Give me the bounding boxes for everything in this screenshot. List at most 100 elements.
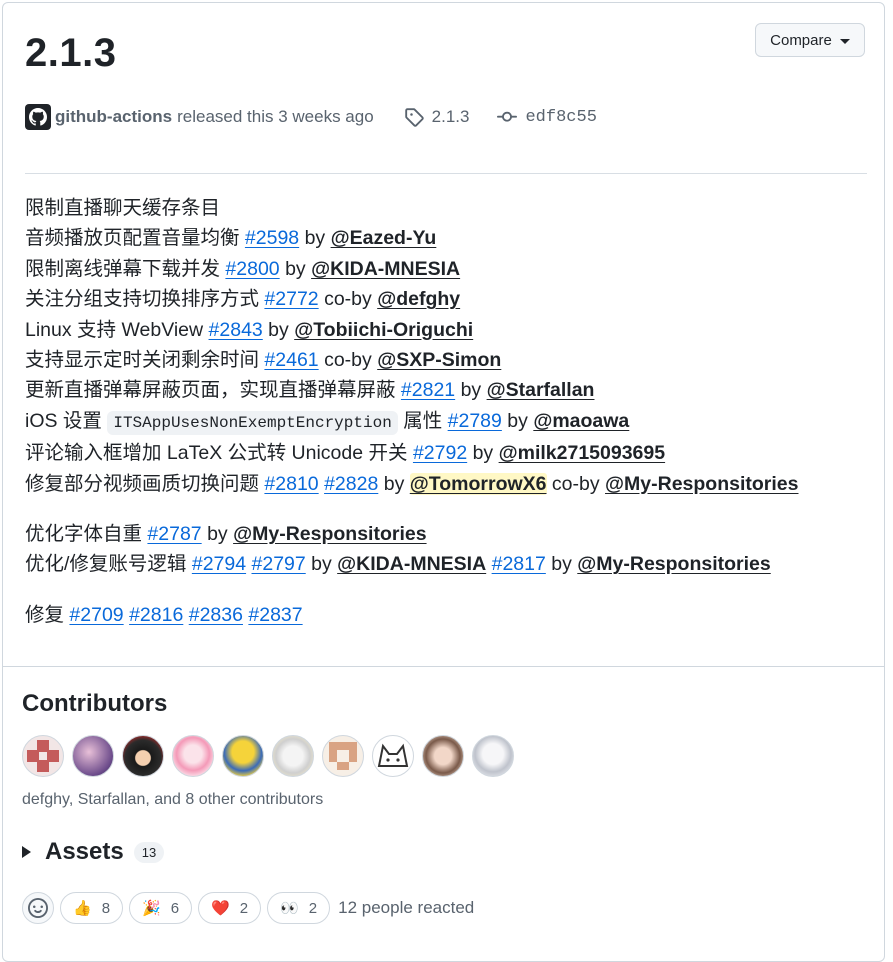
- github-actions-avatar[interactable]: [25, 104, 51, 130]
- user-mention[interactable]: @My-Responsitories: [605, 473, 798, 495]
- note-text: by: [299, 227, 331, 250]
- note-text: 关注分组支持切换排序方式: [25, 288, 265, 311]
- reaction-count: 8: [101, 899, 111, 917]
- contributors-heading: Contributors: [22, 690, 168, 717]
- issue-link[interactable]: #2794: [192, 553, 246, 575]
- note-text: co-by: [318, 288, 378, 311]
- assets-heading: Assets: [45, 838, 124, 865]
- triangle-right-icon: [22, 846, 31, 858]
- avatar[interactable]: [172, 735, 214, 777]
- note-text: co-by: [546, 472, 606, 495]
- user-mention[interactable]: @Eazed-Yu: [331, 227, 437, 249]
- issue-link[interactable]: #2816: [129, 604, 183, 626]
- issue-link[interactable]: #2789: [448, 410, 502, 432]
- user-mention[interactable]: @My-Responsitories: [233, 523, 426, 545]
- thumbs-up-icon: 👍: [73, 900, 92, 917]
- avatar[interactable]: [22, 735, 64, 777]
- assets-toggle[interactable]: Assets 13: [22, 838, 165, 866]
- note-text: by: [305, 553, 338, 576]
- issue-link[interactable]: #2810: [264, 473, 318, 495]
- reaction-thumbs-up[interactable]: 👍 8: [60, 892, 124, 924]
- reaction-heart[interactable]: ❤️ 2: [198, 892, 262, 924]
- note-text: 优化字体自重: [25, 523, 148, 546]
- add-reaction-button[interactable]: [22, 892, 54, 924]
- note-text: co-by: [318, 349, 378, 372]
- issue-link[interactable]: #2792: [413, 442, 467, 464]
- note-text: by: [501, 409, 534, 432]
- note-line: 音频播放页配置音量均衡 #2598 by @Eazed-Yu: [25, 223, 799, 253]
- issue-link[interactable]: #2598: [245, 227, 299, 249]
- user-mention[interactable]: @milk2715093695: [499, 442, 665, 464]
- inline-code: ITSAppUsesNonExemptEncryption: [107, 410, 398, 435]
- note-text: by: [262, 318, 295, 341]
- reactions-bar: 👍 8 🎉 6 ❤️ 2 👀 2 12 people reacted: [22, 892, 474, 924]
- note-line: iOS 设置 ITSAppUsesNonExemptEncryption 属性 …: [25, 406, 799, 438]
- issue-link[interactable]: #2461: [264, 349, 318, 371]
- note-line: 优化字体自重 #2787 by @My-Responsitories: [25, 519, 799, 549]
- issue-link[interactable]: #2817: [492, 553, 546, 575]
- issue-link[interactable]: #2821: [401, 379, 455, 401]
- avatar[interactable]: [122, 735, 164, 777]
- user-mention[interactable]: @KIDA-MNESIA: [311, 258, 460, 280]
- note-text: by: [279, 257, 312, 280]
- issue-link[interactable]: #2709: [69, 604, 123, 626]
- commit-sha: edf8c55: [525, 107, 597, 127]
- user-mention[interactable]: @My-Responsitories: [577, 553, 770, 575]
- release-title: 2.1.3: [25, 31, 117, 75]
- note-line: 评论输入框增加 LaTeX 公式转 Unicode 开关 #2792 by @m…: [25, 438, 799, 468]
- reaction-eyes[interactable]: 👀 2: [267, 892, 331, 924]
- user-mention[interactable]: @SXP-Simon: [377, 349, 501, 371]
- note-line: 限制离线弹幕下载并发 #2800 by @KIDA-MNESIA: [25, 254, 799, 284]
- actor-link[interactable]: github-actions: [55, 107, 172, 127]
- avatar[interactable]: [322, 735, 364, 777]
- avatar[interactable]: [72, 735, 114, 777]
- user-mention[interactable]: @Tobiichi-Origuchi: [294, 319, 473, 341]
- user-mention[interactable]: @maoawa: [533, 410, 629, 432]
- user-mention[interactable]: @defghy: [377, 288, 460, 310]
- compare-button[interactable]: Compare: [755, 23, 865, 57]
- issue-link[interactable]: #2787: [147, 523, 201, 545]
- tag-label: 2.1.3: [431, 107, 470, 126]
- note-line: 支持显示定时关闭剩余时间 #2461 co-by @SXP-Simon: [25, 345, 799, 375]
- github-icon: [29, 108, 47, 126]
- user-mention[interactable]: @Starfallan: [487, 379, 595, 401]
- note-text: 支持显示定时关闭剩余时间: [25, 349, 265, 372]
- contributors-summary: defghy, Starfallan, and 8 other contribu…: [22, 791, 324, 808]
- release-meta: github-actions released this 3 weeks ago…: [25, 103, 597, 131]
- reaction-hooray[interactable]: 🎉 6: [129, 892, 193, 924]
- note-text: Linux 支持 WebView: [25, 318, 209, 341]
- note-line: Linux 支持 WebView #2843 by @Tobiichi-Orig…: [25, 315, 799, 345]
- note-line: 更新直播弹幕屏蔽页面，实现直播弹幕屏蔽 #2821 by @Starfallan: [25, 375, 799, 405]
- heart-icon: ❤️: [211, 900, 230, 917]
- user-mention-highlighted[interactable]: @TomorrowX6: [409, 472, 547, 495]
- note-text: 限制离线弹幕下载并发: [25, 257, 226, 280]
- reaction-count: 2: [308, 899, 318, 917]
- avatar[interactable]: [472, 735, 514, 777]
- note-text: 评论输入框增加 LaTeX 公式转 Unicode 开关: [25, 442, 413, 465]
- note-text: by: [378, 472, 410, 495]
- issue-link[interactable]: #2797: [252, 553, 306, 575]
- commit-icon: [497, 111, 518, 122]
- note-text: 属性: [397, 409, 448, 432]
- note-text: 音频播放页配置音量均衡: [25, 227, 245, 250]
- note-line: 修复部分视频画质切换问题 #2810 #2828 by @TomorrowX6 …: [25, 469, 799, 499]
- smiley-icon: [28, 898, 48, 918]
- issue-link[interactable]: #2837: [248, 604, 302, 626]
- commit-link[interactable]: edf8c55: [497, 107, 597, 127]
- tag-link[interactable]: 2.1.3: [404, 107, 470, 127]
- issue-link[interactable]: #2800: [225, 258, 279, 280]
- issue-link[interactable]: #2843: [209, 319, 263, 341]
- avatar[interactable]: [422, 735, 464, 777]
- avatar[interactable]: [272, 735, 314, 777]
- released-text: released this 3 weeks ago: [177, 107, 374, 126]
- issue-link[interactable]: #2772: [264, 288, 318, 310]
- avatar[interactable]: [372, 735, 414, 777]
- reaction-count: 2: [239, 899, 249, 917]
- avatar[interactable]: [222, 735, 264, 777]
- assets-count-badge: 13: [133, 841, 165, 863]
- note-text: 更新直播弹幕屏蔽页面，实现直播弹幕屏蔽: [25, 379, 401, 402]
- issue-link[interactable]: #2836: [189, 604, 243, 626]
- user-mention[interactable]: @KIDA-MNESIA: [337, 553, 486, 575]
- compare-label: Compare: [770, 31, 832, 49]
- issue-link[interactable]: #2828: [324, 473, 378, 495]
